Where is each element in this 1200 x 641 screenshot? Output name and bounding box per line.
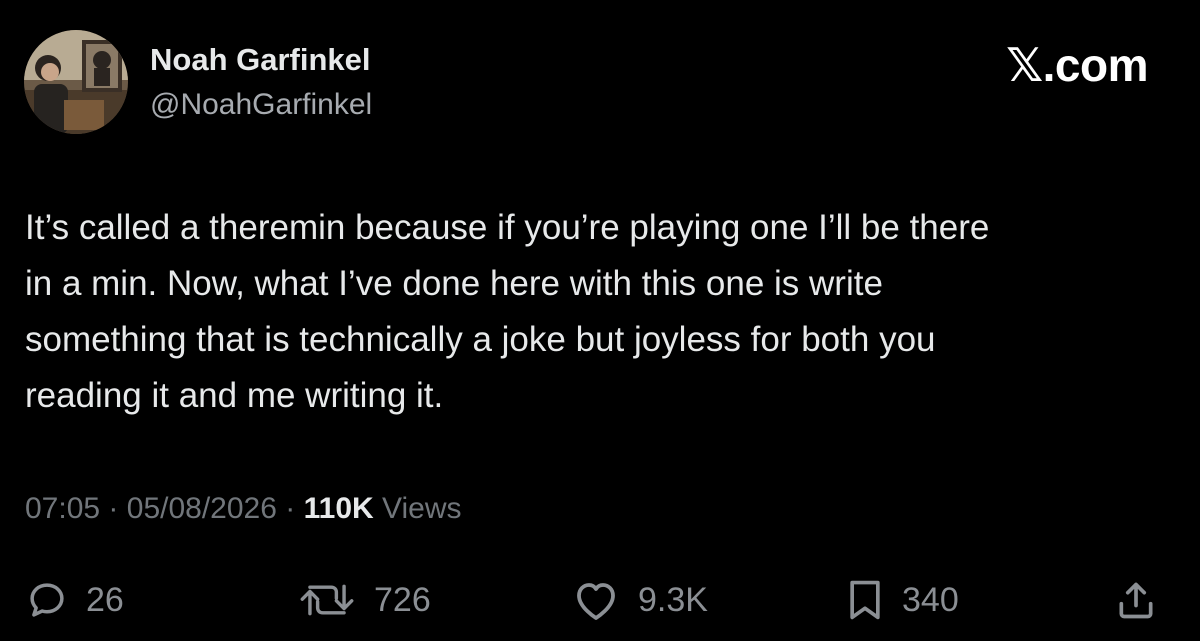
repost-icon — [300, 584, 354, 616]
brand-logo: 𝕏.com — [1006, 38, 1148, 92]
share-button[interactable] — [1114, 572, 1158, 628]
bookmark-button[interactable]: 340 — [846, 572, 959, 628]
reply-button[interactable]: 26 — [26, 572, 124, 628]
x-logo-icon: 𝕏 — [1006, 38, 1043, 92]
reply-count: 26 — [86, 580, 124, 619]
reply-bubble-icon — [30, 583, 64, 617]
like-count: 9.3K — [638, 580, 708, 619]
bookmark-count: 340 — [902, 580, 959, 619]
views-label: Views — [382, 492, 462, 525]
views-count[interactable]: 110K — [304, 492, 374, 525]
author-handle[interactable]: @NoahGarfinkel — [150, 88, 372, 122]
share-icon — [1119, 582, 1153, 619]
meta-separator: · — [285, 492, 296, 525]
repost-count: 726 — [374, 580, 431, 619]
tweet-time[interactable]: 07:05 — [25, 492, 100, 525]
repost-button[interactable]: 726 — [298, 572, 431, 628]
tweet-text-line: in a min. Now, what I’ve done here with … — [25, 264, 883, 303]
author-display-name[interactable]: Noah Garfinkel — [150, 42, 371, 78]
like-button[interactable]: 9.3K — [572, 572, 708, 628]
meta-separator: · — [108, 492, 119, 525]
bookmark-icon — [850, 580, 880, 620]
tweet-meta: 07:05 · 05/08/2026 · 110K Views — [25, 492, 462, 526]
tweet-date[interactable]: 05/08/2026 — [127, 492, 277, 525]
tweet-text-line: It’s called a theremin because if you’re… — [25, 208, 990, 247]
brand-suffix: .com — [1042, 39, 1149, 91]
author-avatar[interactable] — [24, 30, 128, 134]
heart-icon — [577, 583, 615, 620]
profile-photo-avatar — [24, 30, 128, 134]
tweet-text-line: reading it and me writing it. — [25, 376, 444, 415]
tweet-text: It’s called a theremin because if you’re… — [25, 200, 1175, 424]
tweet-text-line: something that is technically a joke but… — [25, 320, 936, 359]
